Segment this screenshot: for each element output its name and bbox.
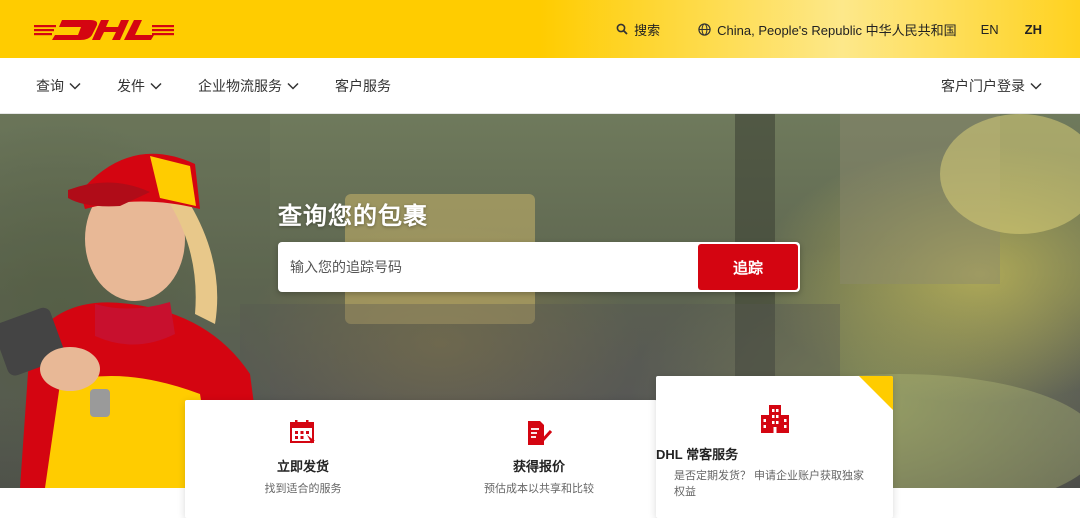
quote-document-icon [528, 421, 552, 445]
nav-item-ship[interactable]: 发件 [117, 76, 162, 96]
card-title: DHL 常客服务 [656, 447, 739, 462]
top-bar: 搜索 China, People's Republic 中华人民共和国 EN Z… [0, 0, 1080, 58]
search-icon [616, 23, 628, 35]
search-link[interactable]: 搜索 [616, 20, 660, 39]
card-subtitle: 预估成本以共享和比较 [484, 483, 594, 495]
card-frequent-shipper[interactable]: DHL 常客服务 是否定期发货？ 申请企业账户获取独家权益 [656, 376, 893, 518]
card-title: 立即发货 [276, 459, 329, 474]
yellow-corner-accent [859, 376, 893, 410]
chevron-down-icon [150, 82, 162, 90]
card-title: 获得报价 [512, 459, 565, 474]
card-ship-now[interactable]: 立即发货 找到适合的服务 [185, 400, 421, 518]
globe-icon [698, 22, 711, 36]
dhl-logo[interactable] [34, 18, 174, 42]
chevron-down-icon [1030, 82, 1042, 90]
chevron-down-icon [287, 82, 299, 90]
card-get-quote[interactable]: 获得报价 预估成本以共享和比较 [421, 400, 657, 518]
country-label: China, People's Republic 中华人民共和国 [717, 22, 957, 38]
lang-zh-link[interactable]: ZH [1025, 22, 1042, 37]
nav-item-track[interactable]: 查询 [36, 76, 81, 96]
lang-en-link[interactable]: EN [981, 22, 999, 37]
main-nav: 查询 发件 企业物流服务 客户服务 客户门户登录 [0, 58, 1080, 114]
tracking-search-box: 追踪 [278, 242, 800, 292]
chevron-down-icon [69, 82, 81, 90]
portal-login-label: 客户门户登录 [941, 78, 1025, 94]
nav-item-business-logistics[interactable]: 企业物流服务 [198, 76, 299, 96]
card-subtitle: 是否定期发货？ 申请企业账户获取独家权益 [674, 470, 865, 498]
tracking-number-input[interactable] [278, 242, 698, 292]
card-subtitle: 找到适合的服务 [264, 483, 342, 495]
nav-item-label: 查询 [36, 78, 64, 94]
country-selector[interactable]: China, People's Republic 中华人民共和国 [698, 20, 957, 39]
nav-item-label: 发件 [117, 78, 145, 94]
service-cards: 立即发货 找到适合的服务 获得报价 预估成本以共享和比较 [185, 400, 657, 518]
hero-title: 查询您的包裹 [278, 203, 428, 230]
nav-item-customer-service[interactable]: 客户服务 [335, 76, 391, 96]
search-label: 搜索 [634, 22, 661, 38]
nav-item-label: 客户服务 [335, 78, 391, 94]
calendar-icon [290, 420, 315, 444]
building-icon [760, 405, 789, 433]
portal-login-menu[interactable]: 客户门户登录 [941, 58, 1042, 114]
track-button[interactable]: 追踪 [698, 244, 798, 290]
nav-item-label: 企业物流服务 [198, 78, 282, 94]
